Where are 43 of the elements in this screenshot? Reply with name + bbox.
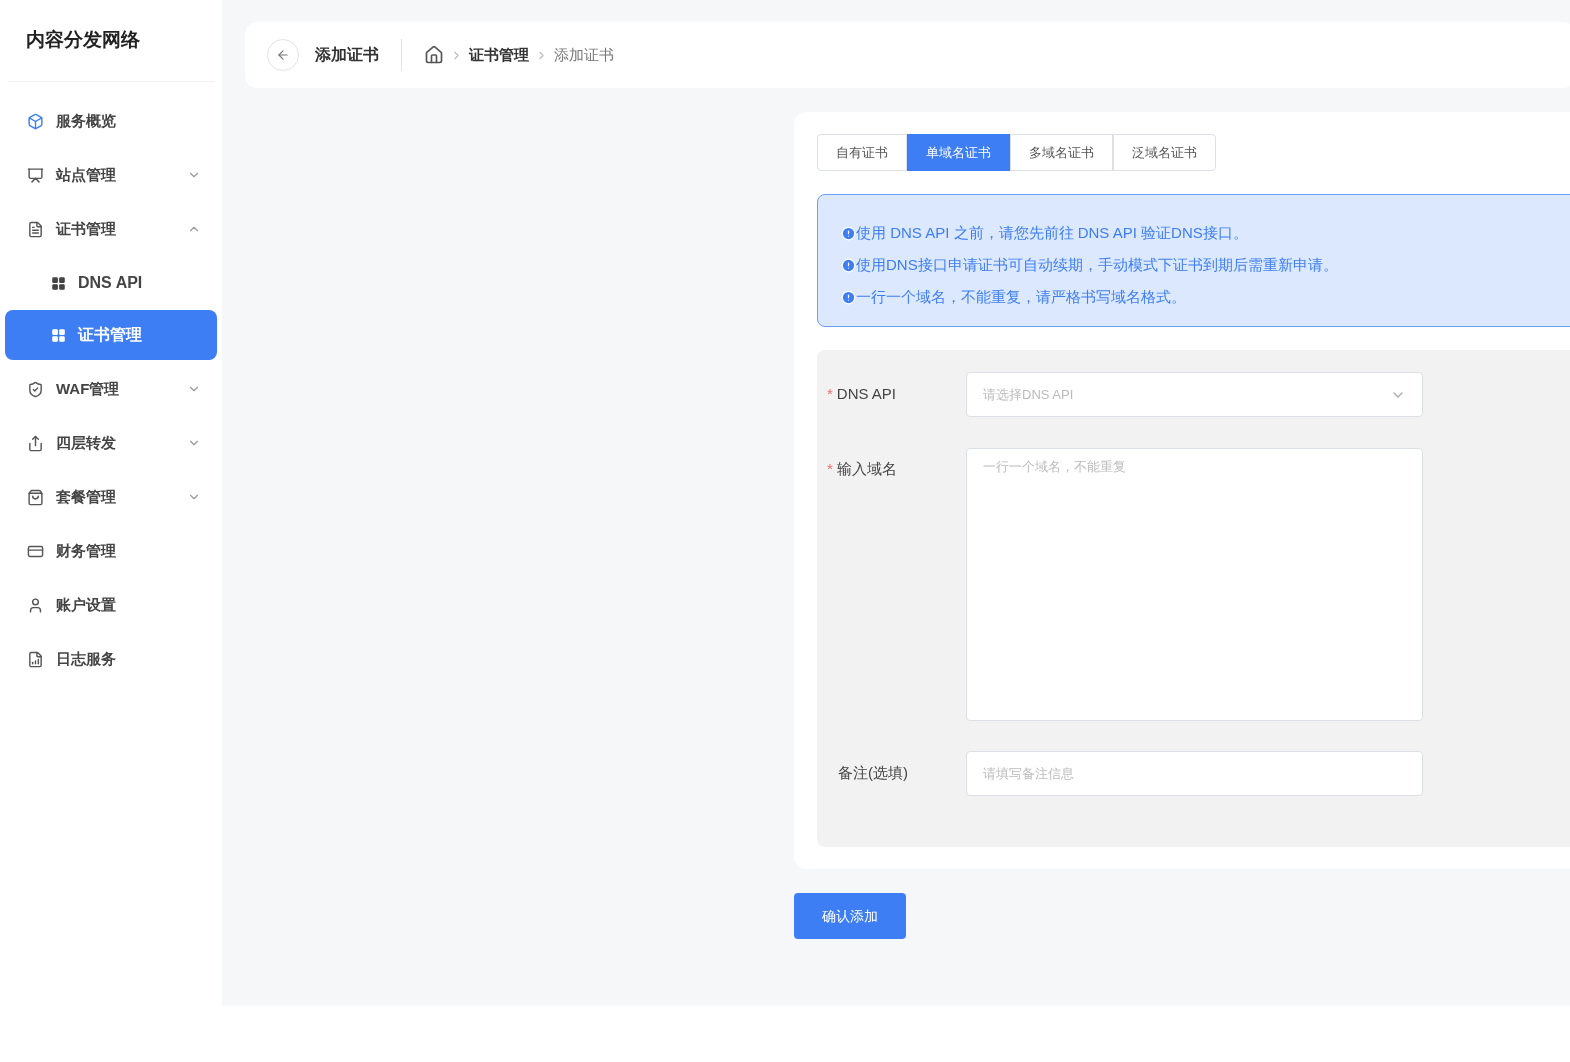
- tab[interactable]: 多域名证书: [1010, 134, 1113, 171]
- breadcrumb-item[interactable]: 证书管理: [469, 43, 529, 67]
- share-icon: [27, 434, 44, 452]
- remark-input[interactable]: 请填写备注信息: [966, 751, 1423, 796]
- sidebar-item[interactable]: 站点管理: [5, 148, 217, 202]
- sidebar-item[interactable]: 日志服务: [5, 632, 217, 686]
- field-label: 输入域名: [836, 459, 897, 479]
- sidebar-subitem[interactable]: DNS API: [5, 258, 217, 308]
- page-title: 添加证书: [315, 45, 379, 65]
- alert-icon: [841, 225, 856, 241]
- sidebar-item[interactable]: 套餐管理: [5, 470, 217, 524]
- sidebar-item[interactable]: WAF管理: [5, 362, 217, 416]
- user-icon: [27, 596, 44, 614]
- sidebar-item[interactable]: 证书管理: [5, 202, 217, 256]
- bag-icon: [27, 488, 44, 506]
- notice-text: 一行一个域名，不能重复，请严格书写域名格式。: [856, 286, 1186, 307]
- notice-text: 使用DNS接口申请证书可自动续期，手动模式下证书到期后需重新申请。: [856, 254, 1338, 275]
- field-label: 备注(选填): [838, 763, 908, 784]
- app-title: 内容分发网络: [8, 0, 214, 82]
- sidebar-item[interactable]: 服务概览: [5, 94, 217, 148]
- sidebar-subitem[interactable]: 证书管理: [5, 310, 217, 360]
- tab[interactable]: 泛域名证书: [1113, 134, 1216, 171]
- grid-icon: [51, 275, 66, 291]
- submit-button[interactable]: 确认添加: [794, 893, 906, 939]
- required-mark: *: [827, 384, 833, 405]
- notice-text: 使用 DNS API 之前，请您先前往 DNS API 验证DNS接口。: [856, 222, 1248, 243]
- alert-icon: [841, 289, 856, 305]
- tab[interactable]: 单域名证书: [907, 134, 1010, 171]
- grid-icon: [51, 327, 66, 343]
- monitor-icon: [27, 166, 44, 184]
- sidebar-item[interactable]: 财务管理: [5, 524, 217, 578]
- cube-icon: [27, 112, 44, 130]
- breadcrumb-item: 添加证书: [554, 44, 614, 65]
- document-chart-icon: [27, 650, 44, 668]
- sidebar-item[interactable]: 账户设置: [5, 578, 217, 632]
- document-icon: [27, 220, 44, 238]
- field-label: DNS API: [836, 384, 897, 405]
- alert-icon: [841, 257, 856, 273]
- shield-icon: [27, 380, 44, 398]
- sidebar-item[interactable]: 四层转发: [5, 416, 217, 470]
- tab[interactable]: 自有证书: [817, 134, 907, 171]
- required-mark: *: [827, 459, 833, 479]
- home-icon[interactable]: [424, 45, 444, 65]
